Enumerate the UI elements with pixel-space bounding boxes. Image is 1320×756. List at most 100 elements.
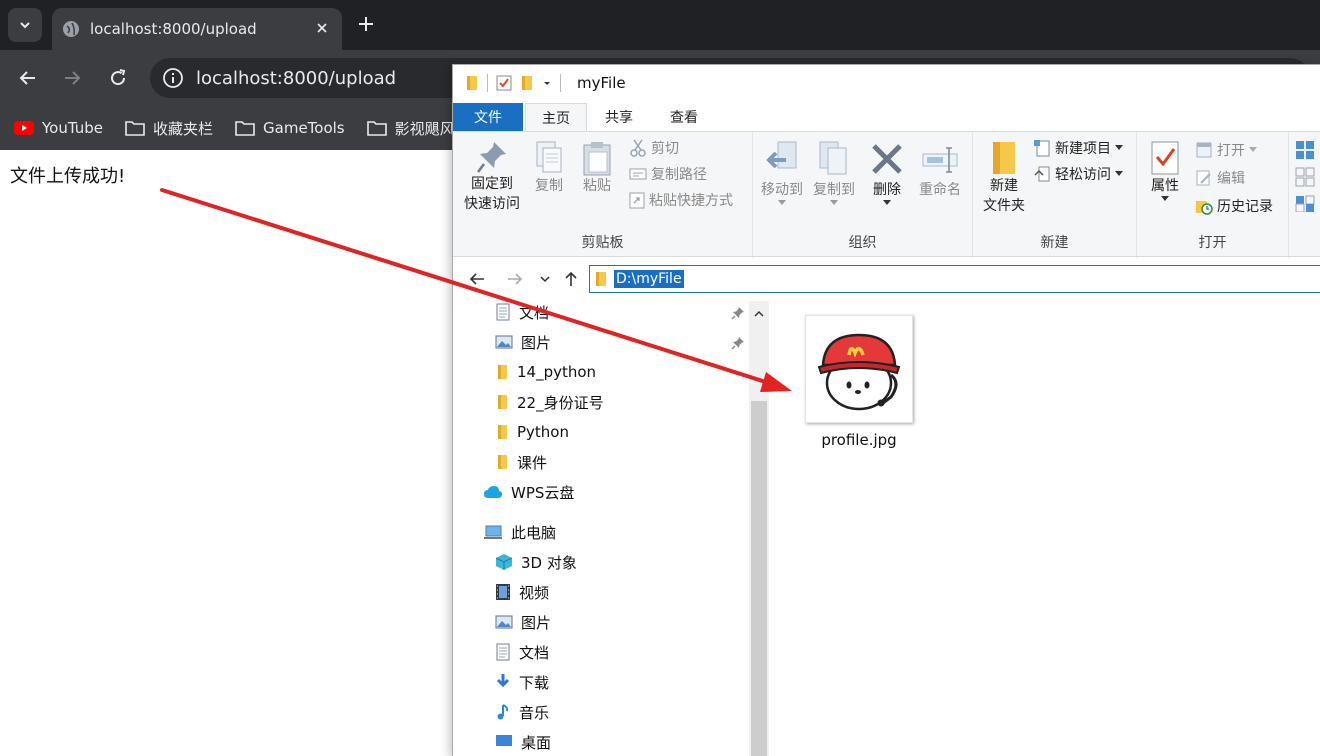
bookmark-label: GameTools (263, 119, 345, 137)
youtube-icon (14, 121, 34, 135)
new-folder-icon[interactable] (520, 75, 534, 91)
file-name: profile.jpg (821, 431, 897, 449)
up-button[interactable] (559, 267, 583, 291)
nav-item-this-pc-child[interactable]: 视频 (495, 577, 549, 607)
nav-item-this-pc-child[interactable]: 3D 对象 (495, 547, 577, 577)
explorer-address-input[interactable]: D:\myFile (589, 265, 1320, 293)
properties-checkmark-icon[interactable] (496, 75, 512, 91)
bookmark-folder-favorites[interactable]: 收藏夹栏 (125, 118, 213, 139)
bookmark-youtube[interactable]: YouTube (14, 119, 103, 137)
nav-item-this-pc-child[interactable]: 音乐 (495, 697, 549, 727)
bookmark-folder-gametools[interactable]: GameTools (235, 119, 345, 137)
forward-button[interactable] (56, 62, 88, 94)
bookmark-folder-video[interactable]: 影视飓风 (366, 118, 455, 139)
edit-button[interactable]: 编辑 (1195, 166, 1245, 190)
copy-label: 复制 (535, 178, 563, 194)
recent-locations-button[interactable] (533, 267, 557, 291)
nav-item-this-pc[interactable]: 此电脑 (483, 517, 556, 547)
scrollbar-thumb[interactable] (751, 401, 767, 756)
open-button[interactable]: 打开 (1195, 138, 1261, 162)
new-item-button[interactable]: 新建项目 (1033, 136, 1127, 160)
properties-button[interactable]: 属性 (1143, 140, 1187, 202)
easy-access-label: 轻松访问 (1055, 167, 1111, 183)
select-all-icon[interactable] (1295, 140, 1315, 212)
nav-item-this-pc-child[interactable]: 图片 (495, 607, 551, 637)
nav-item-wps-cloud[interactable]: WPS云盘 (483, 477, 574, 507)
navigation-scrollbar[interactable] (749, 301, 769, 756)
nav-item-quick-access[interactable]: Python (495, 417, 569, 447)
pin-icon (731, 307, 744, 320)
customize-dropdown-icon[interactable] (542, 78, 552, 88)
nav-item-quick-access[interactable]: 文档 (495, 301, 549, 327)
nav-item-quick-access[interactable]: 14_python (495, 357, 596, 387)
nav-item-quick-access[interactable]: 课件 (495, 447, 547, 477)
tab-close-button[interactable] (312, 18, 332, 38)
back-button[interactable] (12, 62, 44, 94)
new-tab-button[interactable] (352, 10, 380, 38)
mascot-thumbnail-image (817, 333, 901, 411)
pin-icon (477, 142, 506, 173)
history-icon (1196, 201, 1213, 215)
chevron-down-icon (1249, 147, 1257, 152)
move-to-label: 移动到 (761, 182, 803, 198)
history-button[interactable]: 历史记录 (1195, 194, 1273, 218)
delete-label: 删除 (873, 182, 901, 198)
ribbon-group-new: 新建 文件夹 新建项目 轻松访问 新建 (973, 132, 1137, 258)
nav-item-label: 桌面 (521, 733, 552, 752)
pinned-indicator (731, 305, 745, 324)
ribbon-group-open: 属性 打开 编辑 历史记录 打开 (1137, 132, 1289, 258)
browser-tab-active[interactable]: localhost:8000/upload (52, 8, 342, 50)
pin-label-line1: 固定到 (471, 176, 513, 192)
tab-file[interactable]: 文件 (453, 103, 523, 131)
easy-access-button[interactable]: 轻松访问 (1033, 162, 1127, 186)
arrow-left-icon (19, 71, 35, 85)
new-item-icon (1034, 140, 1050, 157)
rename-button[interactable]: 重命名 (911, 140, 969, 200)
download-icon (496, 674, 510, 688)
tab-search-button[interactable] (8, 8, 42, 42)
chevron-down-icon (20, 22, 30, 29)
history-label: 历史记录 (1217, 199, 1273, 215)
explorer-back-button[interactable] (465, 267, 489, 291)
delete-x-icon (872, 144, 902, 174)
copy-path-button[interactable]: 复制路径 (629, 162, 707, 186)
tab-share[interactable]: 共享 (589, 103, 649, 131)
copy-path-label: 复制路径 (651, 167, 707, 183)
nav-item-label: 图片 (521, 333, 552, 352)
reload-button[interactable] (102, 62, 134, 94)
copy-button[interactable]: 复制 (527, 140, 571, 196)
url-text: localhost:8000/upload (196, 67, 397, 89)
tab-view[interactable]: 查看 (653, 103, 715, 131)
move-to-button[interactable]: 移动到 (757, 140, 807, 206)
picture-icon (495, 335, 513, 349)
music-icon (497, 704, 509, 720)
tab-home[interactable]: 主页 (525, 103, 587, 131)
nav-item-this-pc-child[interactable]: 文档 (495, 637, 549, 667)
explorer-forward-button[interactable] (503, 267, 527, 291)
pin-label-line2: 快速访问 (464, 196, 520, 212)
cut-button[interactable]: 剪切 (629, 136, 679, 160)
delete-button[interactable]: 删除 (867, 140, 907, 206)
nav-item-quick-access[interactable]: 图片 (495, 327, 551, 357)
divider (487, 74, 488, 92)
copy-to-button[interactable]: 复制到 (809, 140, 859, 206)
chevron-down-icon (1115, 145, 1123, 150)
nav-item-this-pc-child[interactable]: 下载 (495, 667, 549, 697)
ribbon-group-select (1289, 132, 1320, 258)
nav-item-label: 文档 (519, 643, 550, 662)
scroll-up-button[interactable] (749, 305, 769, 323)
ribbon-tabs: 文件 主页 共享 查看 (453, 101, 1320, 131)
chevron-down-icon (830, 200, 838, 205)
window-title: myFile (577, 74, 626, 92)
nav-item-this-pc-child[interactable]: 桌面 (495, 727, 551, 756)
nav-item-quick-access[interactable]: 22_身份证号 (495, 387, 604, 417)
new-folder-button[interactable]: 新建 文件夹 (977, 140, 1031, 216)
paste-button[interactable]: 粘贴 (575, 140, 619, 196)
pin-quick-access-button[interactable]: 固定到 快速访问 (459, 140, 525, 214)
copy-path-icon (629, 168, 647, 180)
nav-item-label: 文档 (519, 303, 550, 322)
paste-shortcut-button[interactable]: 粘贴快捷方式 (629, 188, 733, 212)
arrow-up-icon (565, 271, 577, 286)
file-item[interactable]: profile.jpg (799, 315, 919, 449)
desktop-icon (496, 735, 512, 746)
